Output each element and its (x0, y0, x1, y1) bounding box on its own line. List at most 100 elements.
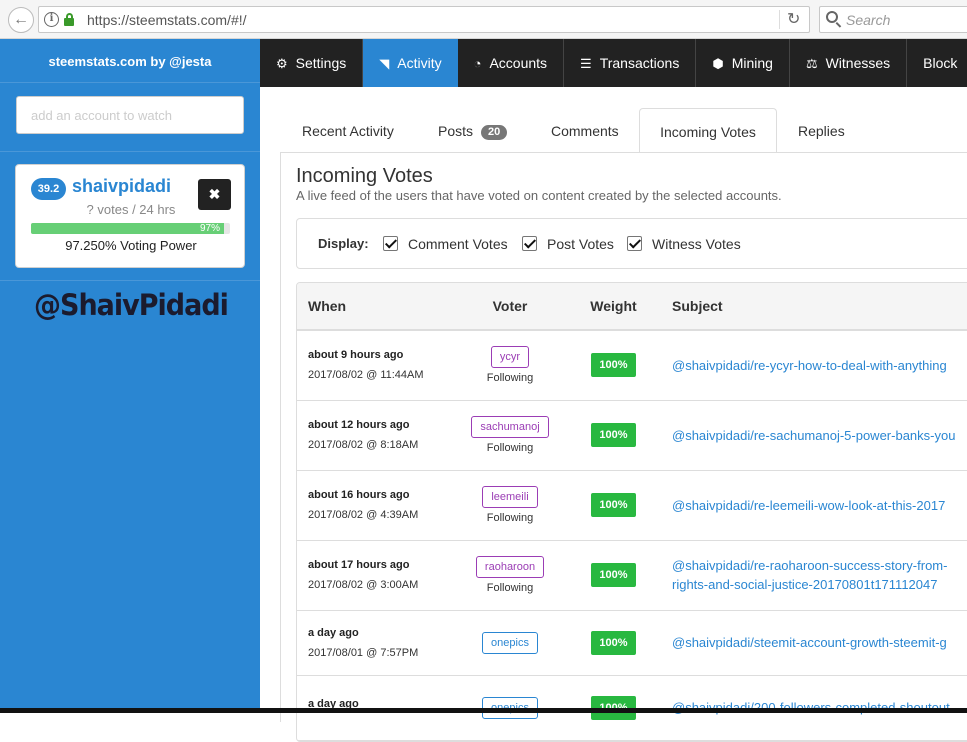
subject-link[interactable]: @shaivpidadi/steemit-account-growth-stee… (672, 635, 967, 650)
votes-per-day: ? votes / 24 hrs (86, 202, 176, 217)
nav-item-transactions[interactable]: ☰ Transactions (564, 39, 697, 87)
following-label: Following (486, 512, 534, 524)
watch-account-input[interactable] (16, 96, 244, 134)
post-votes-checkbox[interactable] (522, 236, 537, 251)
tab-posts[interactable]: Posts 20 (438, 108, 508, 153)
back-arrow-icon[interactable]: ← (8, 7, 34, 33)
subject-cell: @shaivpidadi/re-ycyr-how-to-deal-with-an… (662, 330, 967, 401)
reload-icon[interactable]: ↻ (787, 9, 800, 29)
incoming-votes-panel: Incoming Votes A live feed of the users … (280, 152, 967, 742)
reputation-badge: 39.2 (31, 178, 66, 200)
table-header-row: When Voter Weight Subject (297, 283, 967, 331)
nav-item-witnesses[interactable]: ⚖ Witnesses (790, 39, 908, 87)
search-icon (826, 11, 838, 23)
sidebar-divider (0, 151, 260, 152)
table-row: about 9 hours ago 2017/08/02 @ 11:44AM ycy… (297, 330, 967, 401)
subject-cell: @shaivpidadi/steemit-account-growth-stee… (662, 610, 967, 676)
subject-line[interactable]: @shaivpidadi/re-raoharoon-success-story-… (672, 558, 947, 573)
comment-votes-toggle[interactable]: Comment Votes (383, 236, 508, 252)
weight-cell: 100% (565, 610, 662, 676)
voting-power-label: 97.250% Voting Power (65, 238, 197, 253)
voter-link[interactable]: ycyr (490, 346, 530, 369)
nav-item-settings[interactable]: ⚙ Settings (260, 39, 364, 87)
votes-table-container: When Voter Weight Subject about 9 hours … (296, 282, 967, 742)
subject-link[interactable]: @shaivpidadi/re-ycyr-how-to-deal-with-an… (672, 358, 967, 373)
subject-line-2[interactable]: rights-and-social-justice-20170801t17111… (672, 577, 967, 592)
subject-link[interactable]: @shaivpidadi/re-sachumanoj-5-power-banks… (672, 428, 967, 443)
lock-icon (64, 13, 74, 26)
url-text[interactable]: https://steemstats.com/#!/ (87, 12, 247, 28)
weight-badge: 100% (591, 353, 636, 378)
header-when: When (297, 283, 455, 331)
weight-badge: 100% (591, 630, 636, 655)
header-subject: Subject (662, 283, 967, 331)
relative-time: about 16 hours ago (308, 489, 410, 501)
voting-power-fill: 97% (31, 223, 225, 234)
table-row: about 16 hours ago 2017/08/02 @ 4:39AM lee… (297, 470, 967, 541)
header-weight: Weight (565, 283, 662, 331)
absolute-time: 2017/08/02 @ 4:39AM (308, 509, 419, 521)
weight-cell: 100% (565, 470, 662, 541)
account-name[interactable]: shaivpidadi (72, 176, 171, 197)
comment-votes-label: Comment Votes (408, 236, 508, 252)
subject-cell: @shaivpidadi/re-raoharoon-success-story-… (662, 540, 967, 611)
votes-table: When Voter Weight Subject about 9 hours … (297, 283, 967, 741)
activity-tabs: Recent Activity Posts 20 Comments Incomin… (260, 108, 967, 153)
relative-time: a day ago (308, 626, 359, 639)
tab-recent-activity[interactable]: Recent Activity (302, 108, 394, 153)
subject-link[interactable]: @shaivpidadi/re-leemeili-wow-look-at-thi… (672, 498, 967, 513)
when-cell: about 12 hours ago 2017/08/02 @ 8:18AM (297, 400, 455, 471)
subject-line[interactable]: @shaivpidadi/re-ycyr-how-to-deal-with-an… (672, 358, 947, 373)
witness-votes-toggle[interactable]: Witness Votes (627, 236, 741, 252)
weight-cell: 100% (565, 400, 662, 471)
voter-link[interactable]: leemeili (482, 486, 538, 508)
nav-item-mining[interactable]: ⬢ Mining (696, 39, 790, 87)
when-cell: a day ago 2017/08/01 @ 7:57PM (297, 610, 455, 676)
witness-votes-checkbox[interactable] (627, 236, 642, 251)
account-card: 39.2 shaivpidadi ✖ ? votes / 24 hrs 97% … (15, 164, 245, 268)
subject-link[interactable]: @shaivpidadi/re-raoharoon-success-story-… (672, 558, 967, 592)
panel-description: A live feed of the users that have voted… (296, 188, 782, 203)
voter-link[interactable]: raoharoon (475, 556, 545, 578)
voter-link[interactable]: onepics (482, 631, 538, 654)
list-icon: ☰ (580, 56, 592, 71)
gears-icon: ⚙ (276, 56, 288, 71)
nav-item-accounts[interactable]: ◔ Accounts (458, 39, 565, 87)
absolute-time: 2017/08/01 @ 7:57PM (308, 646, 419, 659)
nav-item-label: Settings (295, 55, 347, 71)
nav-item-label: Accounts (489, 55, 548, 71)
voter-cell: onepics (455, 610, 565, 676)
subject-line[interactable]: @shaivpidadi/steemit-account-growth-stee… (672, 635, 947, 650)
when-cell: about 9 hours ago 2017/08/02 @ 11:44AM (297, 330, 455, 401)
nav-item-label: Block (923, 55, 958, 71)
address-bar[interactable]: i https://steemstats.com/#!/ ↻ (38, 6, 810, 33)
following-label: Following (486, 442, 534, 454)
witness-votes-label: Witness Votes (652, 236, 741, 252)
comment-votes-checkbox[interactable] (383, 236, 398, 251)
weight-badge: 100% (591, 563, 636, 587)
voter-cell: leemeili Following (455, 470, 565, 541)
rss-icon: ◥ (379, 56, 390, 71)
nav-item-activity[interactable]: ◥ Activity (363, 39, 458, 87)
subject-line[interactable]: @shaivpidadi/re-leemeili-wow-look-at-thi… (672, 498, 945, 513)
table-row: a day ago 2017/08/01 @ 7:57PM onepics 100% @… (297, 610, 967, 676)
voter-cell: sachumanoj Following (455, 400, 565, 471)
browser-search-box[interactable]: Search (819, 6, 967, 33)
brand-title[interactable]: steemstats.com by @jesta (0, 39, 260, 83)
subject-line[interactable]: @shaivpidadi/re-sachumanoj-5-power-banks… (672, 428, 955, 443)
balance-scale-icon: ⚖ (805, 56, 818, 71)
subject-cell: @shaivpidadi/re-leemeili-wow-look-at-thi… (662, 470, 967, 541)
tab-comments[interactable]: Comments (551, 108, 619, 153)
tab-replies[interactable]: Replies (798, 108, 845, 153)
post-votes-toggle[interactable]: Post Votes (522, 236, 614, 252)
url-separator (779, 10, 780, 29)
when-cell: about 17 hours ago 2017/08/02 @ 3:00AM (297, 540, 455, 611)
weight-cell: 100% (565, 330, 662, 401)
tab-incoming-votes[interactable]: Incoming Votes (639, 108, 777, 153)
nav-item-block[interactable]: Block (907, 39, 967, 87)
voter-link[interactable]: sachumanoj (471, 416, 549, 438)
top-navigation: ⚙ Settings ◥ Activity ◔ Accounts ☰ Transactions… (260, 39, 967, 87)
header-voter: Voter (455, 283, 565, 331)
voter-cell: raoharoon Following (455, 540, 565, 611)
info-icon[interactable]: i (44, 12, 59, 27)
